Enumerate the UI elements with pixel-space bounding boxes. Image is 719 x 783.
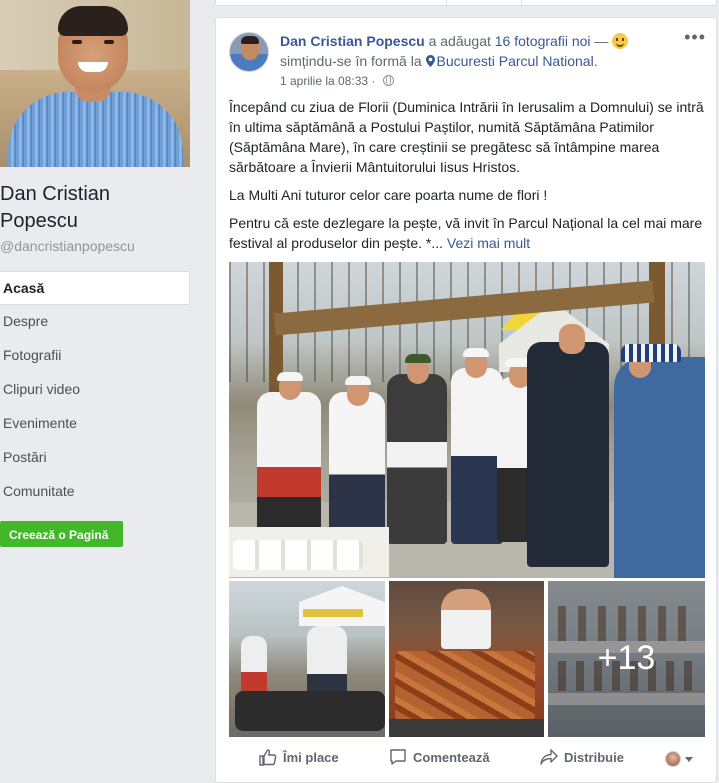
nav-item-about[interactable]: Despre: [0, 305, 190, 339]
header-dash: —: [590, 33, 613, 49]
nav-item-events[interactable]: Evenimente: [0, 407, 190, 441]
post-card: Dan Cristian Popescu a adăugat 16 fotogr…: [215, 17, 717, 783]
share-arrow-icon: [540, 749, 558, 765]
post-photo-thumb[interactable]: [389, 581, 544, 737]
photos-count-link[interactable]: 16 fotografii noi: [495, 33, 591, 49]
author-link[interactable]: Dan Cristian Popescu: [280, 33, 425, 49]
chevron-down-icon: [685, 756, 693, 762]
location-pin-icon: [425, 55, 435, 67]
post-actions: Îmi place Comentează Distribuie: [229, 745, 705, 775]
public-globe-icon[interactable]: [382, 75, 394, 86]
feeling-text: simțindu-se în formă la: [280, 53, 426, 69]
author-avatar[interactable]: [229, 32, 269, 72]
post-body: Începând cu ziua de Florii (Duminica Int…: [229, 97, 709, 261]
post-header: Dan Cristian Popescu a adăugat 16 fotogr…: [280, 32, 629, 51]
see-more-link[interactable]: Vezi mai mult: [447, 235, 530, 251]
like-label: Îmi place: [283, 749, 339, 765]
user-avatar: [665, 751, 681, 767]
post-paragraph: Pentru că este dezlegare la pește, vă in…: [229, 213, 709, 253]
nav-item-home[interactable]: Acasă: [0, 271, 190, 305]
nav-item-photos[interactable]: Fotografii: [0, 339, 190, 373]
post-options-button[interactable]: •••: [684, 28, 706, 46]
left-column: Dan Cristian Popescu @dancristianpopescu…: [0, 0, 200, 783]
page-nav: Acasă Despre Fotografii Clipuri video Ev…: [0, 271, 190, 509]
create-page-button[interactable]: Creează o Pagină: [0, 521, 123, 547]
post-timestamp[interactable]: 1 aprilie la 08:33: [280, 74, 368, 88]
comment-button[interactable]: Comentează: [389, 748, 490, 766]
post-as-selector[interactable]: [665, 751, 693, 767]
feeling-emoji-icon: [612, 33, 629, 49]
like-button[interactable]: Îmi place: [259, 748, 339, 766]
page-username[interactable]: @dancristianpopescu: [0, 238, 135, 254]
profile-picture[interactable]: [0, 0, 190, 167]
location-suffix: .: [593, 53, 598, 69]
post-photo-thumb[interactable]: [229, 581, 385, 737]
post-paragraph: Începând cu ziua de Florii (Duminica Int…: [229, 99, 704, 175]
share-button[interactable]: Distribuie: [540, 748, 624, 766]
post-photo-main[interactable]: [229, 262, 705, 578]
comment-bubble-icon: [390, 749, 406, 765]
composer-strip: [215, 0, 717, 7]
post-meta: 1 aprilie la 08:33 ·: [280, 74, 394, 88]
timestamp-separator: ·: [368, 74, 379, 88]
action-text: a adăugat: [424, 33, 495, 49]
nav-item-posts[interactable]: Postări: [0, 441, 190, 475]
more-photos-count[interactable]: +13: [548, 639, 705, 678]
nav-item-community[interactable]: Comunitate: [0, 475, 190, 509]
post-photo-thumb-more[interactable]: +13: [548, 581, 705, 737]
post-feeling-line: simțindu-se în formă la Bucuresti Parcul…: [280, 52, 598, 71]
post-paragraph: La Multi Ani tuturor celor care poarta n…: [229, 187, 548, 203]
share-label: Distribuie: [564, 749, 624, 765]
page-title[interactable]: Dan Cristian Popescu: [0, 181, 190, 235]
comment-label: Comentează: [413, 749, 490, 765]
thumbs-up-icon: [259, 749, 277, 766]
nav-item-videos[interactable]: Clipuri video: [0, 373, 190, 407]
location-link[interactable]: Bucuresti Parcul National: [437, 53, 594, 69]
